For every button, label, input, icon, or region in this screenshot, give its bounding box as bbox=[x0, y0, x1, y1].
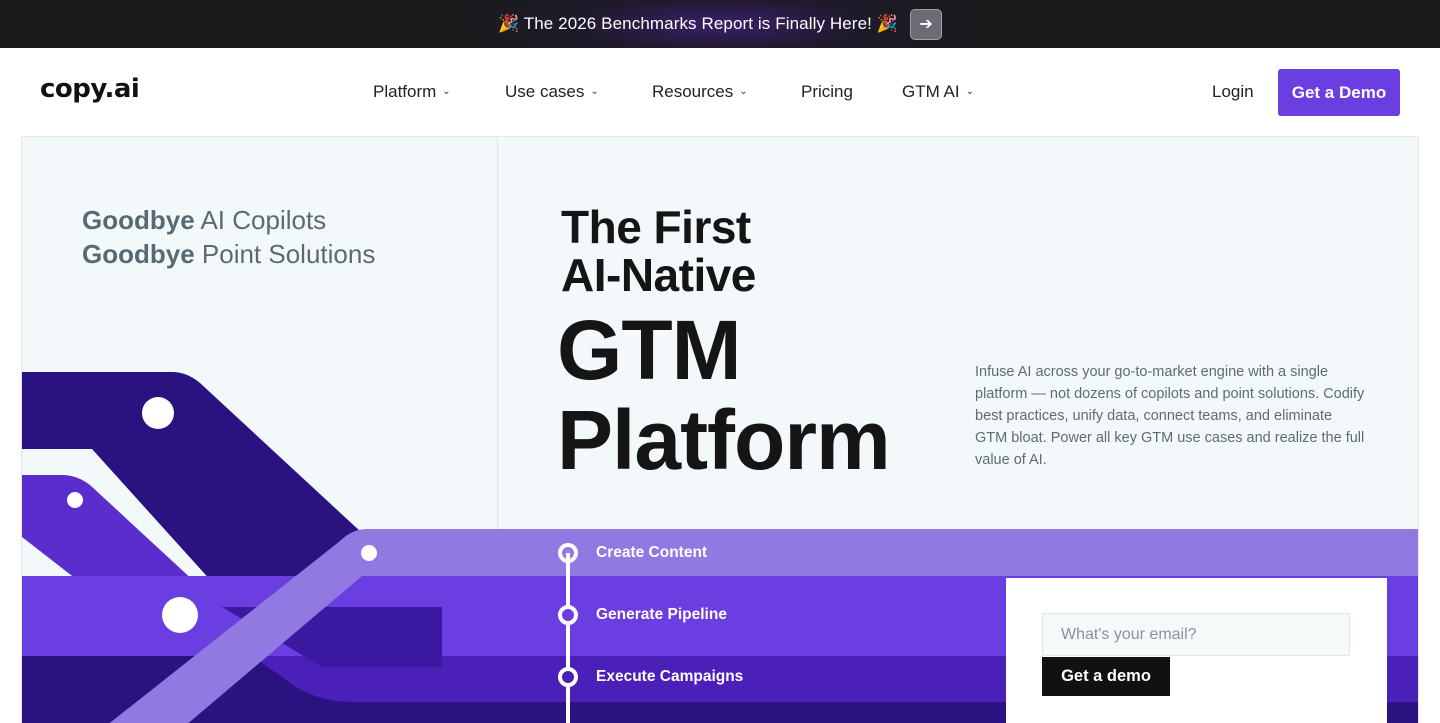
get-demo-submit-button[interactable]: Get a demo bbox=[1042, 657, 1170, 696]
nav-item-pricing[interactable]: Pricing bbox=[801, 82, 853, 102]
nav-item-resources[interactable]: Resources ⌄ bbox=[652, 82, 748, 102]
get-demo-button[interactable]: Get a Demo bbox=[1278, 69, 1400, 116]
chevron-down-icon: ⌄ bbox=[442, 85, 451, 97]
nav-item-use-cases[interactable]: Use cases ⌄ bbox=[505, 82, 599, 102]
top-nav: copy.ai Platform ⌄ Use cases ⌄ Resources… bbox=[0, 48, 1440, 136]
nav-item-gtm-ai[interactable]: GTM AI ⌄ bbox=[902, 82, 974, 102]
chevron-down-icon: ⌄ bbox=[739, 85, 748, 97]
announcement-bar: 🎉 The 2026 Benchmarks Report is Finally … bbox=[0, 0, 1440, 48]
step-execute-campaigns[interactable]: Execute Campaigns bbox=[596, 668, 743, 686]
nav-item-platform[interactable]: Platform ⌄ bbox=[373, 82, 451, 102]
dot bbox=[361, 545, 377, 561]
band-create bbox=[322, 529, 1418, 576]
step-create-content[interactable]: Create Content bbox=[596, 544, 707, 562]
dot bbox=[142, 397, 174, 429]
arrow-right-icon[interactable]: ➔ bbox=[910, 8, 943, 40]
chevron-down-icon: ⌄ bbox=[590, 85, 599, 97]
hero-section: Goodbye AI Copilots Goodbye Point Soluti… bbox=[21, 136, 1419, 723]
announcement-text[interactable]: 🎉 The 2026 Benchmarks Report is Finally … bbox=[498, 14, 898, 34]
email-card: Get a demo bbox=[1006, 578, 1387, 723]
login-link[interactable]: Login bbox=[1212, 82, 1254, 102]
timeline-node bbox=[558, 605, 578, 625]
timeline-node bbox=[558, 667, 578, 687]
chevron-down-icon: ⌄ bbox=[965, 85, 975, 97]
step-generate-pipeline[interactable]: Generate Pipeline bbox=[596, 606, 727, 624]
email-field[interactable] bbox=[1042, 613, 1350, 656]
dot bbox=[162, 597, 198, 633]
dot bbox=[67, 492, 83, 508]
logo[interactable]: copy.ai bbox=[40, 74, 140, 104]
